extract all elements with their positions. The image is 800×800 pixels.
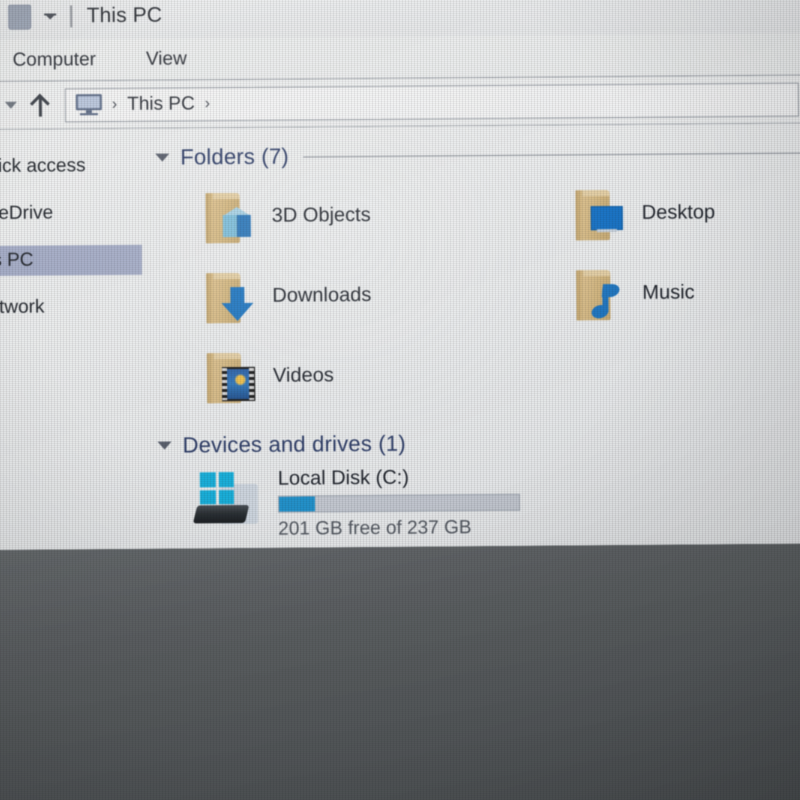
sidebar-item-label: etwork <box>0 296 45 318</box>
drive-info: Local Disk (C:) 201 GB free of 237 GB <box>278 464 521 541</box>
drive-tile-local-disk-c[interactable]: Local Disk (C:) 201 GB free of 237 GB <box>144 455 800 541</box>
folder-tile-downloads[interactable]: Downloads <box>200 253 571 336</box>
sidebar-item-onedrive[interactable]: neDrive <box>0 198 142 229</box>
explorer-folder-icon[interactable] <box>8 4 32 30</box>
photographed-screen: This PC Computer View › This PC › uick a… <box>0 0 800 800</box>
folder-label: 3D Objects <box>271 203 371 227</box>
sidebar-item-network[interactable]: etwork <box>0 292 143 323</box>
ribbon-tab-strip: Computer View <box>0 33 800 82</box>
folder-desktop-icon <box>570 184 624 242</box>
recent-locations-chevron-down-icon[interactable] <box>4 101 17 109</box>
folder-tile-empty-slot <box>571 331 800 413</box>
file-explorer-window: This PC Computer View › This PC › uick a… <box>0 0 800 550</box>
breadcrumb-trailing-separator-icon[interactable]: › <box>205 95 210 112</box>
folder-label: Videos <box>272 363 334 387</box>
window-title: This PC <box>86 3 163 28</box>
drive-label: Local Disk (C:) <box>277 466 410 490</box>
tab-computer[interactable]: Computer <box>2 46 106 75</box>
folder-3d-objects-icon <box>200 187 254 245</box>
group-divider <box>420 440 800 444</box>
sidebar-item-label: is PC <box>0 249 34 271</box>
folder-videos-icon <box>201 347 256 405</box>
group-title: Folders (7) <box>180 143 289 170</box>
capacity-bar-fill <box>278 496 316 512</box>
group-title: Devices and drives (1) <box>182 430 406 458</box>
window-body: uick access neDrive is PC etwork Folders… <box>0 123 800 550</box>
content-pane: Folders (7) 3D Objects Desktop Downloads… <box>141 123 800 549</box>
folder-downloads-icon <box>200 267 254 325</box>
folder-tile-music[interactable]: Music <box>570 251 800 333</box>
folder-label: Downloads <box>272 283 372 307</box>
breadcrumb-item-this-pc[interactable]: This PC <box>127 93 195 116</box>
sidebar-item-quick-access[interactable]: uick access <box>0 151 141 182</box>
sidebar-item-this-pc[interactable]: is PC <box>0 244 143 276</box>
breadcrumb-separator-icon[interactable]: › <box>112 95 117 112</box>
sidebar-item-label: neDrive <box>0 202 54 224</box>
folder-label: Music <box>642 280 695 304</box>
capacity-bar <box>277 493 521 513</box>
quick-access-toolbar-caret-icon[interactable] <box>44 13 57 20</box>
this-pc-monitor-icon <box>75 93 102 116</box>
folder-label: Desktop <box>641 200 716 224</box>
chevron-down-icon[interactable] <box>155 153 170 162</box>
sidebar-item-label: uick access <box>0 155 86 177</box>
address-bar: › This PC › <box>0 75 800 130</box>
tab-view[interactable]: View <box>136 45 197 73</box>
titlebar-divider <box>70 5 72 28</box>
up-arrow-icon[interactable] <box>31 94 49 116</box>
drive-free-space-text: 201 GB free of 237 GB <box>278 517 472 540</box>
chevron-down-icon[interactable] <box>157 441 172 450</box>
breadcrumb[interactable]: › This PC › <box>64 82 799 122</box>
folder-tile-3d-objects[interactable]: 3D Objects <box>199 173 570 256</box>
navigation-pane: uick access neDrive is PC etwork <box>0 128 145 550</box>
windows-local-disk-icon <box>192 472 264 531</box>
group-divider <box>302 151 800 158</box>
folder-tile-desktop[interactable]: Desktop <box>569 171 800 253</box>
folder-tile-videos[interactable]: Videos <box>201 333 572 416</box>
folder-tile-grid: 3D Objects Desktop Downloads Music Video… <box>141 167 800 416</box>
folder-music-icon <box>570 264 624 322</box>
